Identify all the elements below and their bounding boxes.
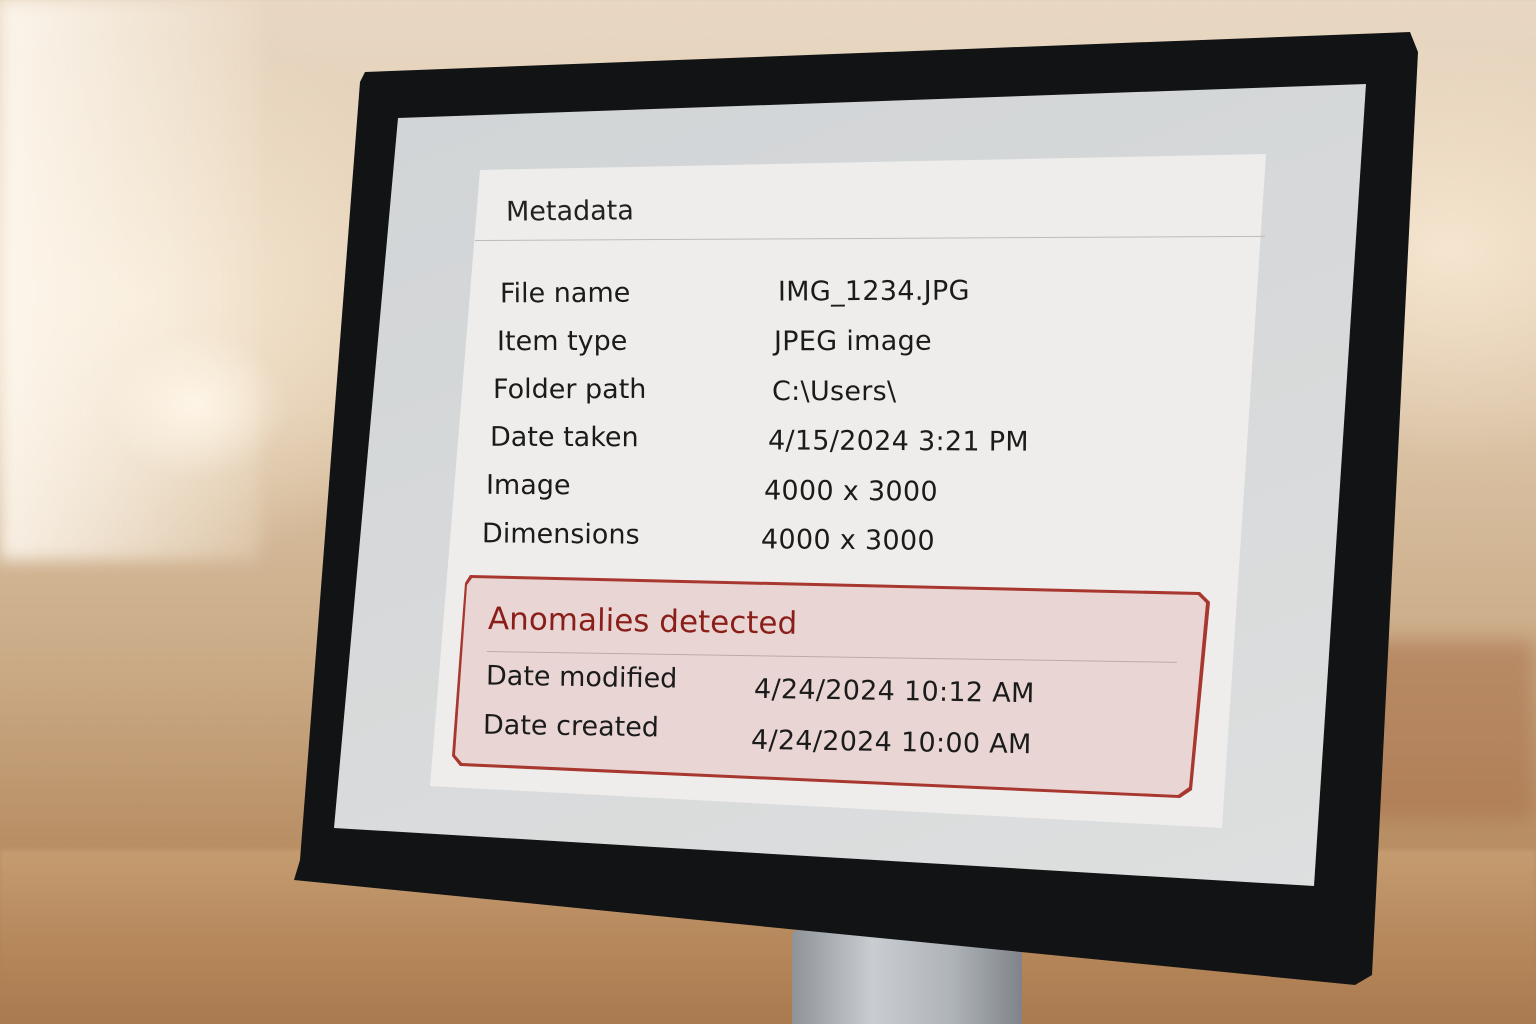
anomalies-title: Anomalies detected bbox=[487, 601, 798, 642]
value-folder-path[interactable]: C:\Users\ bbox=[772, 376, 896, 407]
value-date-taken[interactable]: 4/15/2024 3:21 PM bbox=[768, 425, 1029, 457]
label-date-created: Date created bbox=[482, 709, 660, 744]
panel-title: Metadata bbox=[505, 195, 635, 228]
label-item-type: Item type bbox=[496, 325, 628, 358]
value-image[interactable]: 4000 x 3000 bbox=[764, 475, 938, 507]
label-date-taken: Date taken bbox=[489, 421, 639, 454]
label-date-modified: Date modified bbox=[485, 660, 678, 695]
value-dimensions[interactable]: 4000 x 3000 bbox=[761, 524, 935, 557]
value-date-modified[interactable]: 4/24/2024 10:12 AM bbox=[754, 674, 1035, 709]
background-lamp bbox=[100, 330, 290, 480]
label-dimensions: Dimensions bbox=[481, 518, 640, 551]
value-item-type[interactable]: JPEG image bbox=[774, 326, 932, 358]
value-file-name[interactable]: IMG_1234.JPG bbox=[778, 275, 970, 307]
label-folder-path: Folder path bbox=[493, 374, 647, 405]
value-date-created[interactable]: 4/24/2024 10:00 AM bbox=[751, 725, 1032, 760]
label-image: Image bbox=[485, 469, 571, 502]
label-file-name: File name bbox=[499, 277, 631, 310]
